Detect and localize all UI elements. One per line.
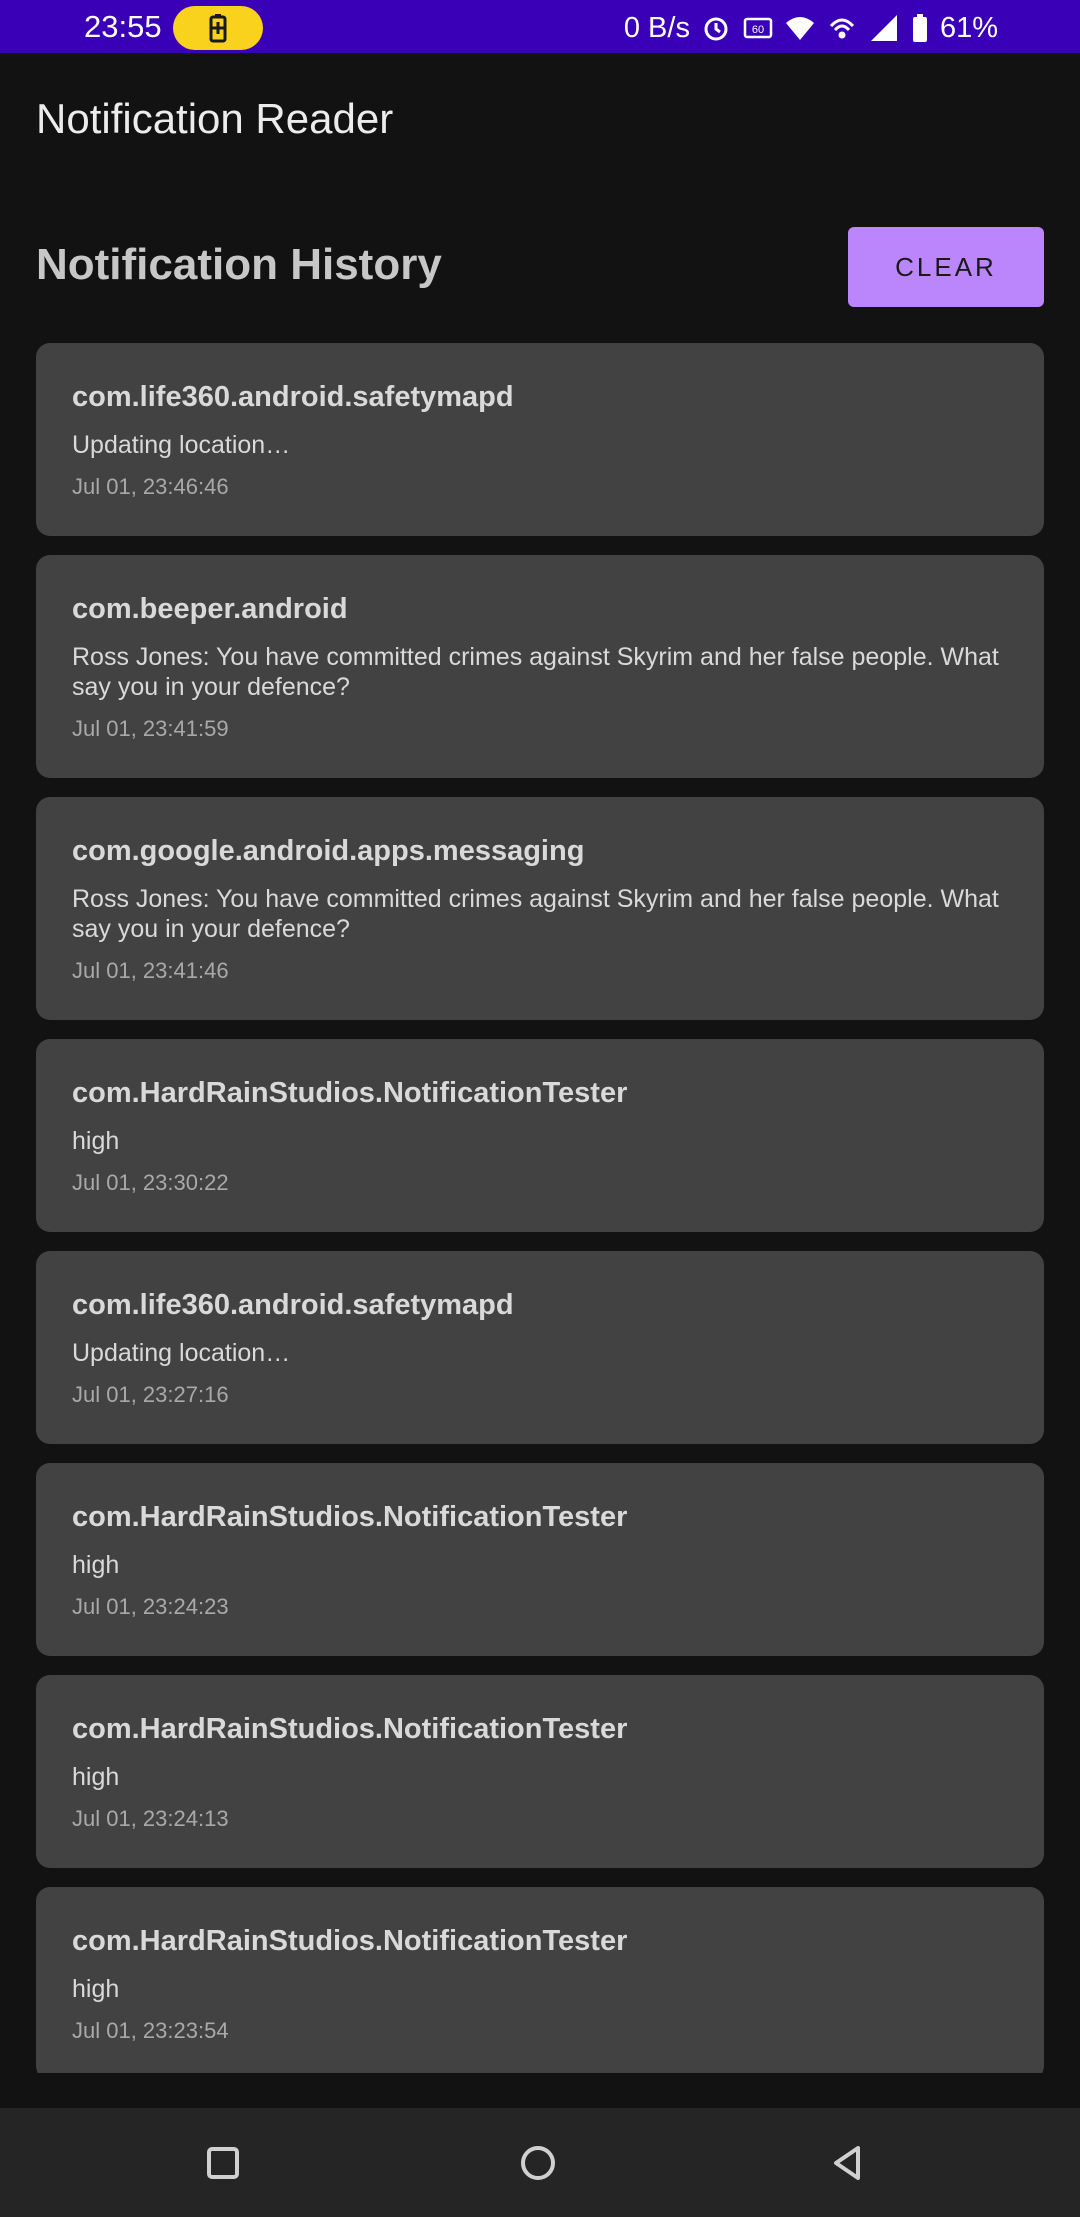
battery-icon: [912, 14, 927, 42]
notification-list[interactable]: com.life360.android.safetymapd Updating l…: [36, 343, 1044, 2073]
home-icon[interactable]: [513, 2138, 563, 2188]
notification-app-name: com.beeper.android: [72, 593, 348, 625]
notification-card[interactable]: com.beeper.android Ross Jones: You have c…: [36, 555, 1044, 778]
notification-timestamp: Jul 01, 23:24:23: [72, 1594, 229, 1619]
app-bar: Notification Reader: [0, 53, 1080, 178]
clear-button[interactable]: CLEAR: [848, 227, 1044, 307]
notification-app-name: com.life360.android.safetymapd: [72, 1289, 514, 1321]
notification-app-name: com.google.android.apps.messaging: [72, 835, 585, 867]
notification-timestamp: Jul 01, 23:23:54: [72, 2018, 229, 2043]
notification-text: Ross Jones: You have committed crimes ag…: [72, 643, 999, 701]
hotspot-icon: [829, 18, 855, 39]
svg-text:60: 60: [752, 24, 764, 36]
notification-card[interactable]: com.google.android.apps.messaging Ross Jo…: [36, 797, 1044, 1020]
notification-app-name: com.HardRainStudios.NotificationTester: [72, 1713, 628, 1745]
notification-text: Updating location…: [72, 1339, 291, 1367]
notification-card[interactable]: com.HardRainStudios.NotificationTester hi…: [36, 1675, 1044, 1868]
network-speed: 0 B/s: [623, 11, 690, 44]
history-title: Notification History: [36, 240, 442, 289]
notification-timestamp: Jul 01, 23:41:59: [72, 716, 229, 741]
notification-app-name: com.HardRainStudios.NotificationTester: [72, 1077, 628, 1109]
battery-saver-pill[interactable]: [173, 6, 263, 50]
notification-app-name: com.HardRainStudios.NotificationTester: [72, 1501, 628, 1533]
notification-timestamp: Jul 01, 23:46:46: [72, 474, 229, 499]
notification-timestamp: Jul 01, 23:41:46: [72, 958, 229, 983]
back-icon[interactable]: [824, 2138, 874, 2188]
notification-timestamp: Jul 01, 23:27:16: [72, 1382, 229, 1407]
notification-text: high: [72, 1551, 120, 1579]
battery-saver-icon: [209, 14, 227, 43]
notification-card[interactable]: com.HardRainStudios.NotificationTester hi…: [36, 1463, 1044, 1656]
status-time: 23:55: [84, 9, 162, 44]
notification-timestamp: Jul 01, 23:24:13: [72, 1806, 229, 1831]
status-icons: 0 B/s 60 61%: [624, 6, 998, 50]
navigation-bar: [0, 2108, 1080, 2217]
notification-text: Ross Jones: You have committed crimes ag…: [72, 885, 999, 943]
notification-card[interactable]: com.HardRainStudios.NotificationTester hi…: [36, 1887, 1044, 2073]
notification-card[interactable]: com.life360.android.safetymapd Updating l…: [36, 343, 1044, 536]
recents-icon[interactable]: [198, 2138, 248, 2188]
notification-text: high: [72, 1127, 120, 1155]
status-bar: 23:55 0 B/s 60 61%: [0, 0, 1080, 53]
notification-app-name: com.life360.android.safetymapd: [72, 381, 514, 413]
notification-timestamp: Jul 01, 23:30:22: [72, 1170, 229, 1195]
notification-card[interactable]: com.life360.android.safetymapd Updating l…: [36, 1251, 1044, 1444]
notification-text: high: [72, 1975, 120, 2003]
notification-text: Updating location…: [72, 431, 291, 459]
wifi-icon: [785, 17, 814, 40]
battery-percent: 61%: [939, 11, 998, 44]
notification-text: high: [72, 1763, 120, 1791]
app-title: Notification Reader: [36, 95, 394, 142]
hd-icon: 60: [743, 17, 773, 39]
signal-icon: [870, 15, 897, 41]
notification-app-name: com.HardRainStudios.NotificationTester: [72, 1925, 628, 1957]
alarm-icon: [704, 17, 728, 41]
notification-card[interactable]: com.HardRainStudios.NotificationTester hi…: [36, 1039, 1044, 1232]
